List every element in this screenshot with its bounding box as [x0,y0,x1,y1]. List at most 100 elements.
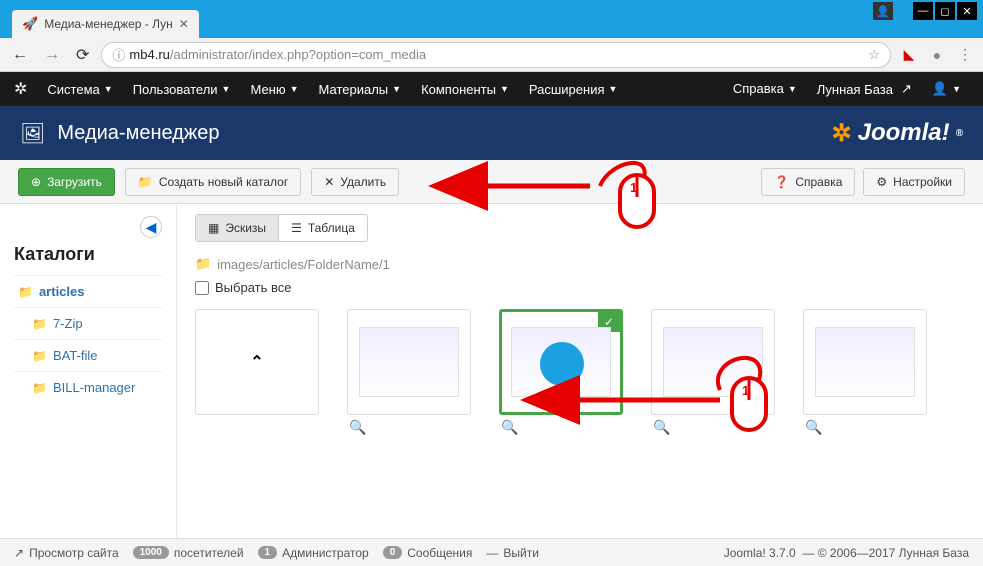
chevron-down-icon: ▼ [500,84,509,94]
visitors-count[interactable]: 1000посетителей [133,546,244,560]
upload-icon: ⊕ [31,175,41,189]
toolbar: ⊕ Загрузить 📁 Создать новый каталог ✕ Уд… [0,160,983,204]
tab-title: Медиа-менеджер - Лун [44,17,173,31]
media-icon: 🖼 [20,121,45,146]
external-link-icon: ↗ [901,81,912,97]
close-tab-icon[interactable]: ✕ [179,17,189,31]
grid-icon: ▦ [208,221,219,235]
view-toggle: ▦Эскизы ☰Таблица [195,214,965,242]
window-chrome: 👤 — ◻ ✕ [867,0,983,22]
status-bar: ↗Просмотр сайта 1000посетителей 1Админис… [0,538,983,566]
folder-articles[interactable]: 📁articles [14,275,162,307]
avira-ext-icon[interactable]: ◣ [899,45,919,65]
folder-icon: 📁 [138,175,153,189]
image-thumb[interactable]: 🔍 [803,309,927,440]
sidebar: ◀ Каталоги 📁articles 📁7-Zip 📁BAT-file 📁B… [0,204,176,538]
rocket-icon: 🚀 [22,16,38,32]
menu-site[interactable]: Лунная База↗ [809,81,920,97]
breadcrumb: 📁 images/articles/FolderName/1 [195,256,965,272]
user-chrome-icon[interactable]: 👤 [873,2,893,20]
maximize-button[interactable]: ◻ [935,2,955,20]
content: ◀ Каталоги 📁articles 📁7-Zip 📁BAT-file 📁B… [0,204,983,538]
info-icon: ⓘ [112,45,125,64]
messages-count[interactable]: 0Сообщения [383,546,473,560]
browser-tab[interactable]: 🚀 Медиа-менеджер - Лун ✕ [12,10,199,38]
admin-count[interactable]: 1Администратор [258,546,369,560]
joomla-mark-icon: ✲ [832,119,852,148]
chevron-down-icon: ▼ [788,84,797,94]
delete-button[interactable]: ✕ Удалить [311,168,399,196]
image-thumb-selected[interactable]: ✓ 🔍 [499,309,623,440]
sidebar-heading: Каталоги [14,244,162,265]
chevron-down-icon: ▼ [392,84,401,94]
folder-icon: 📁 [18,285,33,299]
minimize-button[interactable]: — [913,2,933,20]
logout-link[interactable]: —Выйти [486,546,539,560]
close-icon: ✕ [324,175,334,189]
url-host: mb4.ru [129,47,169,62]
list-icon: ☰ [291,221,302,235]
collapse-sidebar-button[interactable]: ◀ [140,216,162,238]
image-thumb[interactable]: 🔍 [347,309,471,440]
ext-icon-2[interactable]: ● [927,45,947,65]
zoom-icon[interactable]: 🔍 [653,419,670,436]
folder-icon: 📁 [32,381,47,395]
main-panel: ▦Эскизы ☰Таблица 📁 images/articles/Folde… [176,204,983,538]
reload-button[interactable]: ⟳ [72,45,93,65]
menu-users[interactable]: Пользователи▼ [125,72,239,106]
folder-batfile[interactable]: 📁BAT-file [14,339,162,371]
menu-components[interactable]: Компоненты▼ [413,72,517,106]
chevron-down-icon: ▼ [290,84,299,94]
options-button[interactable]: ⚙ Настройки [863,168,965,196]
external-link-icon: ↗ [14,546,24,560]
forward-button[interactable]: → [40,46,64,64]
up-arrow-icon: ⌃ [250,352,263,372]
folder-icon: 📁 [32,349,47,363]
star-icon[interactable]: ☆ [868,47,880,63]
chevron-down-icon: ▼ [222,84,231,94]
chevron-down-icon: ▼ [609,84,618,94]
zoom-icon[interactable]: 🔍 [501,419,518,436]
joomla-icon[interactable]: ✲ [14,79,27,99]
url-input[interactable]: ⓘ mb4.ru /administrator/index.php?option… [101,42,891,68]
zoom-icon[interactable]: 🔍 [349,419,366,436]
menu-help[interactable]: Справка▼ [725,81,805,96]
chevron-down-icon: ▼ [104,84,113,94]
menu-content[interactable]: Материалы▼ [311,72,410,106]
folder-icon: 📁 [195,256,211,272]
address-bar: ← → ⟳ ⓘ mb4.ru /administrator/index.php?… [0,38,983,72]
view-table-button[interactable]: ☰Таблица [279,214,368,242]
preview-site-link[interactable]: ↗Просмотр сайта [14,546,119,560]
back-button[interactable]: ← [8,46,32,64]
user-icon: 👤 [932,81,948,97]
new-folder-button[interactable]: 📁 Создать новый каталог [125,168,301,196]
menu-icon[interactable]: ⋮ [955,45,975,65]
folder-billmanager[interactable]: 📁BILL-manager [14,371,162,403]
help-icon: ❓ [774,175,789,189]
version-info: Joomla! 3.7.0 — © 2006—2017 Лунная База [724,546,969,560]
page-header: 🖼 Медиа-менеджер ✲ Joomla!® [0,106,983,160]
gear-icon: ⚙ [876,175,887,189]
select-all-checkbox[interactable]: Выбрать все [195,280,965,295]
help-button[interactable]: ❓ Справка [761,168,855,196]
menu-system[interactable]: Система▼ [39,72,120,106]
select-all-input[interactable] [195,281,209,295]
browser-tab-bar: 🚀 Медиа-менеджер - Лун ✕ [0,0,983,38]
close-window-button[interactable]: ✕ [957,2,977,20]
menu-menus[interactable]: Меню▼ [242,72,306,106]
folder-7zip[interactable]: 📁7-Zip [14,307,162,339]
upload-button[interactable]: ⊕ Загрузить [18,168,115,196]
view-thumbs-button[interactable]: ▦Эскизы [195,214,279,242]
url-path: /administrator/index.php?option=com_medi… [170,47,426,62]
zoom-icon[interactable]: 🔍 [805,419,822,436]
image-thumb[interactable]: 🔍 [651,309,775,440]
menu-user[interactable]: 👤▼ [924,81,969,97]
menu-extensions[interactable]: Расширения▼ [521,72,626,106]
thumbnails-grid: ⌃ 🔍 ✓ 🔍 🔍 🔍 [195,309,965,440]
folder-icon: 📁 [32,317,47,331]
joomla-logo: ✲ Joomla!® [832,119,964,148]
chevron-down-icon: ▼ [952,84,961,94]
admin-menu: ✲ Система▼ Пользователи▼ Меню▼ Материалы… [0,72,983,106]
parent-folder-thumb[interactable]: ⌃ [195,309,319,440]
page-title: Медиа-менеджер [57,122,219,145]
